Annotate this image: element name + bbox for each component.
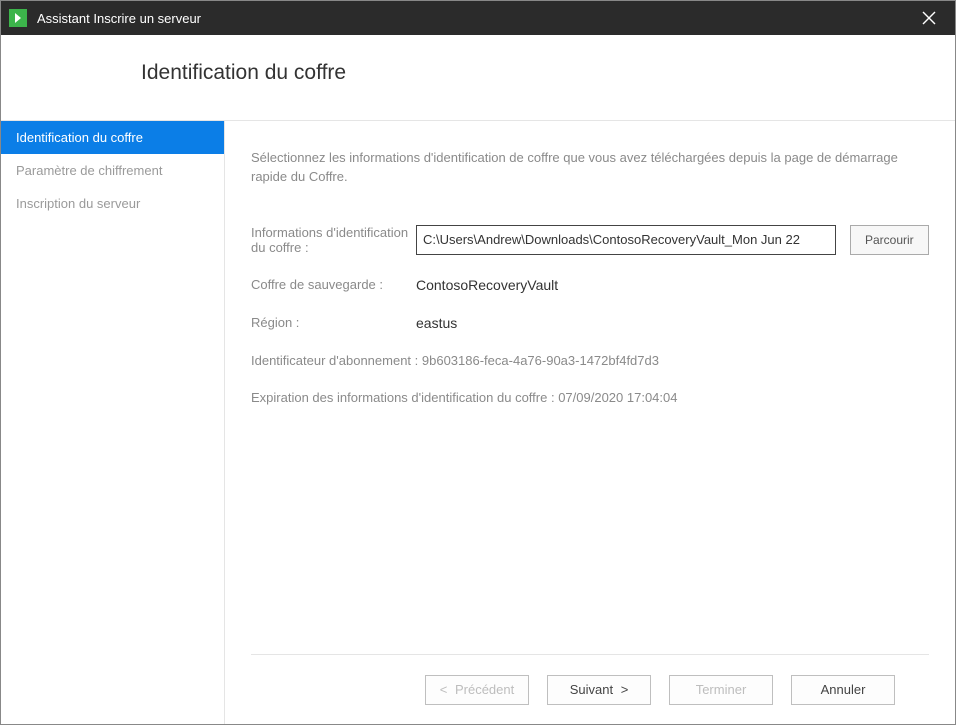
close-icon — [922, 11, 936, 25]
credentials-row: Informations d'identification du coffre … — [251, 225, 929, 255]
header: Identification du coffre — [1, 35, 955, 120]
expiration-line: Expiration des informations d'identifica… — [251, 390, 929, 405]
next-label: Suivant — [570, 682, 613, 697]
region-value: eastus — [416, 315, 457, 331]
sidebar-item-registration[interactable]: Inscription du serveur — [1, 187, 224, 220]
backup-vault-label: Coffre de sauvegarde : — [251, 277, 416, 292]
subscription-line: Identificateur d'abonnement : 9b603186-f… — [251, 353, 929, 368]
region-row: Région : eastus — [251, 315, 929, 331]
body: Identification du coffre Paramètre de ch… — [1, 120, 955, 724]
app-icon — [9, 9, 27, 27]
instruction-text: Sélectionnez les informations d'identifi… — [251, 149, 929, 187]
browse-button[interactable]: Parcourir — [850, 225, 929, 255]
region-label: Région : — [251, 315, 416, 330]
window-title: Assistant Inscrire un serveur — [37, 11, 911, 26]
sidebar: Identification du coffre Paramètre de ch… — [1, 121, 225, 724]
finish-button[interactable]: Terminer — [669, 675, 773, 705]
subscription-value: 9b603186-feca-4a76-90a3-1472bf4fd7d3 — [422, 353, 659, 368]
page-title: Identification du coffre — [141, 61, 955, 85]
sidebar-item-label: Identification du coffre — [16, 130, 143, 145]
main-panel: Sélectionnez les informations d'identifi… — [225, 121, 955, 724]
chevron-left-icon: < — [440, 682, 448, 697]
subscription-label: Identificateur d'abonnement : — [251, 353, 418, 368]
expiration-value: 07/09/2020 17:04:04 — [558, 390, 677, 405]
backup-vault-value: ContosoRecoveryVault — [416, 277, 558, 293]
sidebar-item-label: Inscription du serveur — [16, 196, 140, 211]
previous-button[interactable]: < Précédent — [425, 675, 529, 705]
titlebar: Assistant Inscrire un serveur — [1, 1, 955, 35]
backup-vault-row: Coffre de sauvegarde : ContosoRecoveryVa… — [251, 277, 929, 293]
previous-label: Précédent — [455, 682, 514, 697]
wizard-footer: < Précédent Suivant > Terminer Annuler — [251, 654, 929, 724]
sidebar-item-identification[interactable]: Identification du coffre — [1, 121, 224, 154]
chevron-right-icon: > — [621, 682, 629, 697]
next-button[interactable]: Suivant > — [547, 675, 651, 705]
sidebar-item-encryption[interactable]: Paramètre de chiffrement — [1, 154, 224, 187]
cancel-button[interactable]: Annuler — [791, 675, 895, 705]
credentials-input[interactable] — [416, 225, 836, 255]
sidebar-item-label: Paramètre de chiffrement — [16, 163, 162, 178]
credentials-label: Informations d'identification du coffre … — [251, 225, 416, 255]
expiration-label: Expiration des informations d'identifica… — [251, 390, 555, 405]
close-button[interactable] — [911, 1, 947, 35]
